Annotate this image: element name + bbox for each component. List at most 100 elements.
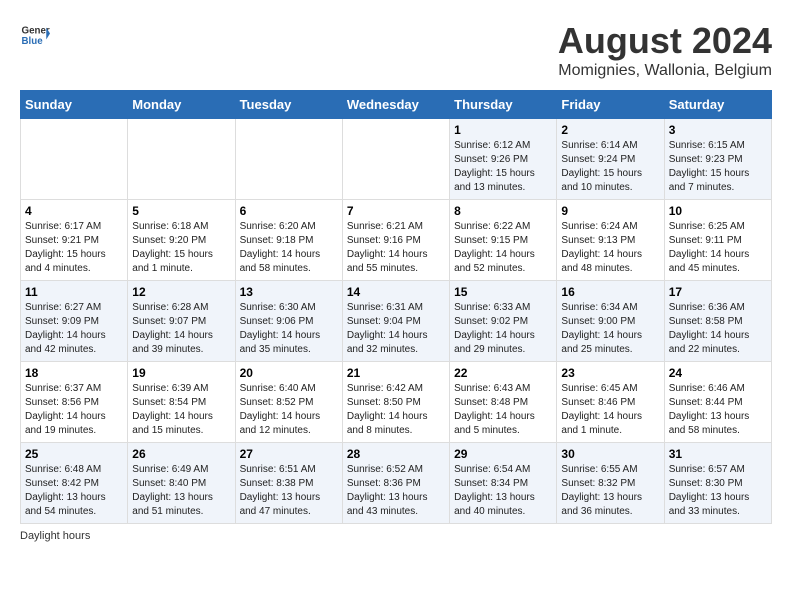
cell-week5-day4: 29 Sunrise: 6:54 AM Sunset: 8:34 PM Dayli… xyxy=(450,443,557,524)
day-number: 11 xyxy=(25,285,123,299)
day-info: Sunrise: 6:25 AM Sunset: 9:11 PM Dayligh… xyxy=(669,220,767,276)
day-info: Sunrise: 6:36 AM Sunset: 8:58 PM Dayligh… xyxy=(669,301,767,357)
cell-week3-day2: 13 Sunrise: 6:30 AM Sunset: 9:06 PM Dayli… xyxy=(235,281,342,362)
day-info: Sunrise: 6:52 AM Sunset: 8:36 PM Dayligh… xyxy=(347,463,445,519)
cell-week3-day1: 12 Sunrise: 6:28 AM Sunset: 9:07 PM Dayli… xyxy=(128,281,235,362)
day-info: Sunrise: 6:20 AM Sunset: 9:18 PM Dayligh… xyxy=(240,220,338,276)
day-info: Sunrise: 6:12 AM Sunset: 9:26 PM Dayligh… xyxy=(454,139,552,195)
day-number: 15 xyxy=(454,285,552,299)
day-info: Sunrise: 6:22 AM Sunset: 9:15 PM Dayligh… xyxy=(454,220,552,276)
cell-week1-day1 xyxy=(128,119,235,200)
day-number: 12 xyxy=(132,285,230,299)
day-number: 22 xyxy=(454,366,552,380)
day-info: Sunrise: 6:28 AM Sunset: 9:07 PM Dayligh… xyxy=(132,301,230,357)
day-info: Sunrise: 6:31 AM Sunset: 9:04 PM Dayligh… xyxy=(347,301,445,357)
col-wednesday: Wednesday xyxy=(342,91,449,119)
week-row-5: 25 Sunrise: 6:48 AM Sunset: 8:42 PM Dayli… xyxy=(21,443,772,524)
cell-week3-day3: 14 Sunrise: 6:31 AM Sunset: 9:04 PM Dayli… xyxy=(342,281,449,362)
day-info: Sunrise: 6:30 AM Sunset: 9:06 PM Dayligh… xyxy=(240,301,338,357)
day-info: Sunrise: 6:49 AM Sunset: 8:40 PM Dayligh… xyxy=(132,463,230,519)
cell-week4-day1: 19Sunrise: 6:39 AM Sunset: 8:54 PM Dayli… xyxy=(128,362,235,443)
day-info: Sunrise: 6:21 AM Sunset: 9:16 PM Dayligh… xyxy=(347,220,445,276)
day-number: 13 xyxy=(240,285,338,299)
day-number: 3 xyxy=(669,123,767,137)
week-row-3: 11 Sunrise: 6:27 AM Sunset: 9:09 PM Dayli… xyxy=(21,281,772,362)
cell-week2-day2: 6Sunrise: 6:20 AM Sunset: 9:18 PM Daylig… xyxy=(235,200,342,281)
cell-week1-day0 xyxy=(21,119,128,200)
cell-week2-day6: 10 Sunrise: 6:25 AM Sunset: 9:11 PM Dayli… xyxy=(664,200,771,281)
day-info: Sunrise: 6:45 AM Sunset: 8:46 PM Dayligh… xyxy=(561,382,659,438)
col-monday: Monday xyxy=(128,91,235,119)
calendar-table: Sunday Monday Tuesday Wednesday Thursday… xyxy=(20,90,772,524)
day-number: 20 xyxy=(240,366,338,380)
cell-week2-day5: 9 Sunrise: 6:24 AM Sunset: 9:13 PM Daylig… xyxy=(557,200,664,281)
day-info: Sunrise: 6:27 AM Sunset: 9:09 PM Dayligh… xyxy=(25,301,123,357)
week-row-1: 1 Sunrise: 6:12 AM Sunset: 9:26 PM Daylig… xyxy=(21,119,772,200)
day-info: Sunrise: 6:48 AM Sunset: 8:42 PM Dayligh… xyxy=(25,463,123,519)
day-info: Sunrise: 6:55 AM Sunset: 8:32 PM Dayligh… xyxy=(561,463,659,519)
day-number: 27 xyxy=(240,447,338,461)
day-number: 16 xyxy=(561,285,659,299)
day-number: 2 xyxy=(561,123,659,137)
day-info: Sunrise: 6:42 AM Sunset: 8:50 PM Dayligh… xyxy=(347,382,445,438)
day-info: Sunrise: 6:54 AM Sunset: 8:34 PM Dayligh… xyxy=(454,463,552,519)
calendar-header: Sunday Monday Tuesday Wednesday Thursday… xyxy=(21,91,772,119)
day-info: Sunrise: 6:15 AM Sunset: 9:23 PM Dayligh… xyxy=(669,139,767,195)
day-number: 31 xyxy=(669,447,767,461)
cell-week4-day2: 20Sunrise: 6:40 AM Sunset: 8:52 PM Dayli… xyxy=(235,362,342,443)
day-info: Sunrise: 6:43 AM Sunset: 8:48 PM Dayligh… xyxy=(454,382,552,438)
day-number: 18 xyxy=(25,366,123,380)
subtitle: Momignies, Wallonia, Belgium xyxy=(558,62,772,80)
col-friday: Friday xyxy=(557,91,664,119)
day-number: 29 xyxy=(454,447,552,461)
svg-text:General: General xyxy=(22,26,51,37)
day-number: 14 xyxy=(347,285,445,299)
cell-week5-day2: 27 Sunrise: 6:51 AM Sunset: 8:38 PM Dayli… xyxy=(235,443,342,524)
day-number: 26 xyxy=(132,447,230,461)
day-number: 23 xyxy=(561,366,659,380)
cell-week4-day0: 18Sunrise: 6:37 AM Sunset: 8:56 PM Dayli… xyxy=(21,362,128,443)
day-number: 21 xyxy=(347,366,445,380)
header: General Blue August 2024 Momignies, Wall… xyxy=(20,20,772,80)
cell-week4-day5: 23 Sunrise: 6:45 AM Sunset: 8:46 PM Dayli… xyxy=(557,362,664,443)
day-info: Sunrise: 6:57 AM Sunset: 8:30 PM Dayligh… xyxy=(669,463,767,519)
footer-note: Daylight hours xyxy=(20,530,772,542)
cell-week5-day3: 28 Sunrise: 6:52 AM Sunset: 8:36 PM Dayli… xyxy=(342,443,449,524)
cell-week4-day6: 24Sunrise: 6:46 AM Sunset: 8:44 PM Dayli… xyxy=(664,362,771,443)
cell-week5-day6: 31 Sunrise: 6:57 AM Sunset: 8:30 PM Dayli… xyxy=(664,443,771,524)
cell-week5-day1: 26 Sunrise: 6:49 AM Sunset: 8:40 PM Dayli… xyxy=(128,443,235,524)
days-of-week-row: Sunday Monday Tuesday Wednesday Thursday… xyxy=(21,91,772,119)
day-number: 10 xyxy=(669,204,767,218)
cell-week2-day0: 4Sunrise: 6:17 AM Sunset: 9:21 PM Daylig… xyxy=(21,200,128,281)
cell-week1-day4: 1 Sunrise: 6:12 AM Sunset: 9:26 PM Daylig… xyxy=(450,119,557,200)
day-number: 9 xyxy=(561,204,659,218)
title-area: August 2024 Momignies, Wallonia, Belgium xyxy=(558,20,772,80)
day-number: 25 xyxy=(25,447,123,461)
col-saturday: Saturday xyxy=(664,91,771,119)
cell-week1-day5: 2Sunrise: 6:14 AM Sunset: 9:24 PM Daylig… xyxy=(557,119,664,200)
cell-week1-day6: 3 Sunrise: 6:15 AM Sunset: 9:23 PM Daylig… xyxy=(664,119,771,200)
day-info: Sunrise: 6:33 AM Sunset: 9:02 PM Dayligh… xyxy=(454,301,552,357)
cell-week1-day3 xyxy=(342,119,449,200)
week-row-4: 18Sunrise: 6:37 AM Sunset: 8:56 PM Dayli… xyxy=(21,362,772,443)
day-number: 24 xyxy=(669,366,767,380)
day-number: 1 xyxy=(454,123,552,137)
day-info: Sunrise: 6:17 AM Sunset: 9:21 PM Dayligh… xyxy=(25,220,123,276)
day-info: Sunrise: 6:18 AM Sunset: 9:20 PM Dayligh… xyxy=(132,220,230,276)
day-number: 17 xyxy=(669,285,767,299)
cell-week3-day6: 17 Sunrise: 6:36 AM Sunset: 8:58 PM Dayli… xyxy=(664,281,771,362)
main-title: August 2024 xyxy=(558,20,772,62)
svg-text:Blue: Blue xyxy=(22,36,44,47)
day-info: Sunrise: 6:39 AM Sunset: 8:54 PM Dayligh… xyxy=(132,382,230,438)
day-info: Sunrise: 6:24 AM Sunset: 9:13 PM Dayligh… xyxy=(561,220,659,276)
day-info: Sunrise: 6:51 AM Sunset: 8:38 PM Dayligh… xyxy=(240,463,338,519)
logo-icon: General Blue xyxy=(20,20,50,50)
logo: General Blue xyxy=(20,20,50,50)
cell-week1-day2 xyxy=(235,119,342,200)
cell-week3-day4: 15 Sunrise: 6:33 AM Sunset: 9:02 PM Dayli… xyxy=(450,281,557,362)
day-number: 28 xyxy=(347,447,445,461)
cell-week2-day3: 7Sunrise: 6:21 AM Sunset: 9:16 PM Daylig… xyxy=(342,200,449,281)
day-number: 30 xyxy=(561,447,659,461)
cell-week3-day5: 16Sunrise: 6:34 AM Sunset: 9:00 PM Dayli… xyxy=(557,281,664,362)
calendar-body: 1 Sunrise: 6:12 AM Sunset: 9:26 PM Daylig… xyxy=(21,119,772,524)
